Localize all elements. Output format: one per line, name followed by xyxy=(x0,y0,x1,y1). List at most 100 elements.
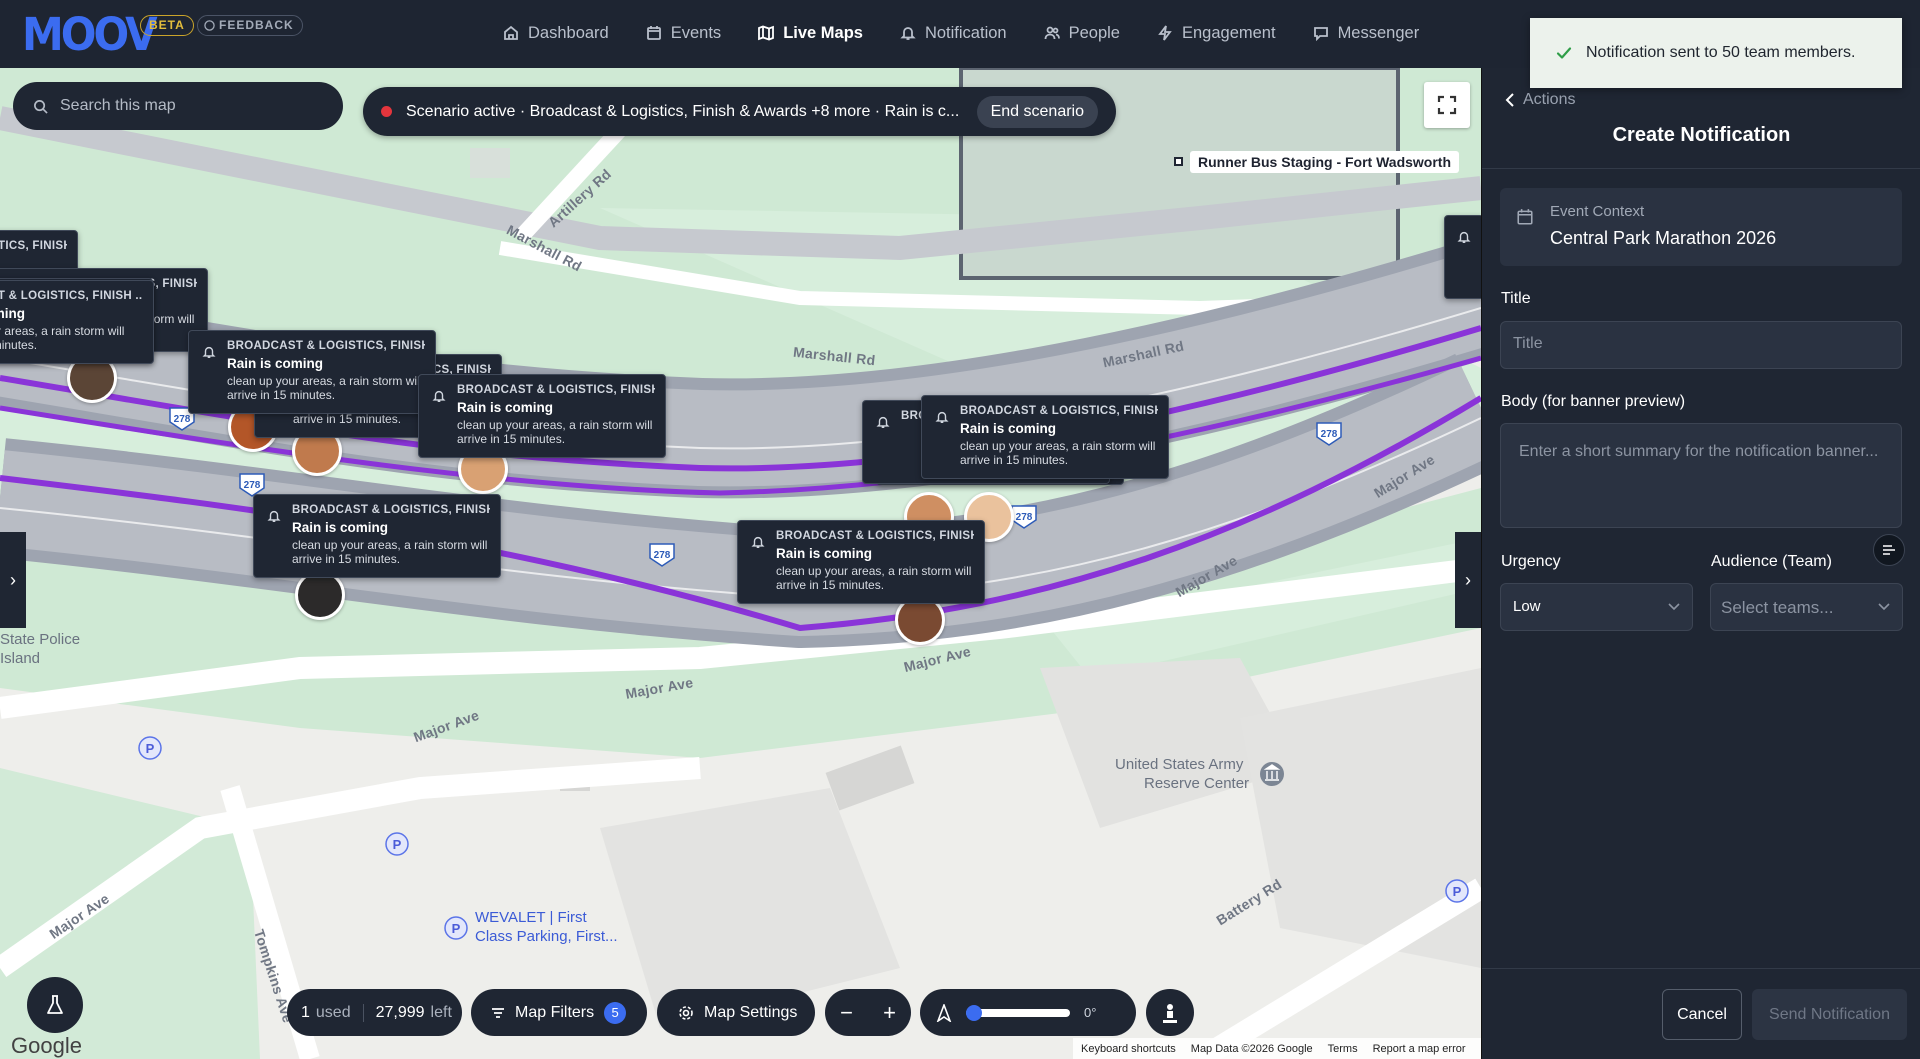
place-state-police: State Police xyxy=(0,631,81,648)
feedback-button[interactable]: FEEDBACK xyxy=(197,15,303,36)
map-settings-button[interactable]: Map Settings xyxy=(657,989,815,1036)
usage-used-label: used xyxy=(315,1003,351,1021)
nav-messenger-label: Messenger xyxy=(1337,23,1420,42)
audience-select[interactable]: Select teams... xyxy=(1710,583,1903,631)
scenario-text: Scenario active · Broadcast & Logistics,… xyxy=(406,102,960,120)
nav-notification[interactable]: Notification xyxy=(900,24,1007,43)
zoom-in-button[interactable]: + xyxy=(883,1000,896,1026)
back-to-actions[interactable]: Actions xyxy=(1505,91,1575,109)
rotation-slider-handle[interactable] xyxy=(966,1004,982,1021)
nav-live-maps-label: Live Maps xyxy=(783,23,863,42)
calendar-icon xyxy=(1517,209,1533,225)
moov-logo[interactable]: MOOV xyxy=(22,8,158,61)
notification-card[interactable]: BROADCAST & LOGISTICS, FINISH ... Rain is… xyxy=(253,494,501,578)
bell-icon xyxy=(751,536,765,548)
body-label: Body (for banner preview) xyxy=(1501,393,1686,410)
svg-text:278: 278 xyxy=(244,480,261,491)
flask-icon xyxy=(47,995,63,1014)
place-wevalet[interactable]: WEVALET | First xyxy=(475,909,587,926)
title-input[interactable]: Title xyxy=(1500,321,1902,369)
svg-text:P: P xyxy=(1453,884,1462,899)
card-title: Rain is coming xyxy=(776,546,873,561)
card-title: Rain is coming xyxy=(960,421,1057,436)
map-filters-button[interactable]: Map Filters 5 xyxy=(471,989,647,1036)
send-notification-button[interactable]: Send Notification xyxy=(1752,989,1907,1040)
body-textarea[interactable]: Enter a short summary for the notificati… xyxy=(1500,423,1902,528)
scenario-status-dot xyxy=(381,106,392,117)
urgency-select[interactable]: Low xyxy=(1500,583,1693,631)
poi-marker xyxy=(1174,157,1183,166)
usage-used-count: 1 xyxy=(301,1003,310,1021)
urgency-label: Urgency xyxy=(1501,553,1561,570)
bell-icon xyxy=(1457,231,1471,243)
panel-divider xyxy=(1482,168,1920,169)
poi-runner-bus-staging[interactable]: Runner Bus Staging - Fort Wadsworth xyxy=(1190,151,1460,173)
bell-icon xyxy=(935,411,949,423)
street-view-button[interactable] xyxy=(1146,989,1194,1036)
map-search[interactable]: Search this map xyxy=(13,82,343,130)
ai-compose-button[interactable] xyxy=(1873,534,1905,566)
bell-icon xyxy=(202,346,216,358)
bell-icon xyxy=(432,390,446,402)
zoom-controls: − + xyxy=(825,989,911,1036)
nav-people-label: People xyxy=(1068,23,1120,42)
scenario-banner: Scenario active · Broadcast & Logistics,… xyxy=(363,87,1116,136)
credit-map-data: Map Data ©2026 Google xyxy=(1190,1042,1313,1055)
rotation-control: 0° xyxy=(920,989,1136,1036)
svg-text:P: P xyxy=(393,837,402,852)
notification-card[interactable]: BROADCAST & LOGISTICS, FINISH ... Rain is… xyxy=(921,395,1169,479)
nav-events-label: Events xyxy=(670,23,722,42)
back-label: Actions xyxy=(1523,91,1576,108)
usage-left-count: 27,999 xyxy=(375,1003,425,1021)
end-scenario-button[interactable]: End scenario xyxy=(976,96,1098,128)
notification-card[interactable] xyxy=(1444,215,1481,299)
fullscreen-icon xyxy=(1437,95,1457,115)
panel-title: Create Notification xyxy=(1612,124,1791,146)
notification-card[interactable]: BROADCAST & LOGISTICS, FINISH ... Rain is… xyxy=(0,280,154,364)
nav-dashboard[interactable]: Dashboard xyxy=(503,24,609,43)
card-context: BROADCAST & LOGISTICS, FINISH ... xyxy=(227,340,425,352)
audience-placeholder: Select teams... xyxy=(1721,598,1834,617)
place-state-police-line2: Island xyxy=(0,650,41,667)
nav-live-maps[interactable]: Live Maps xyxy=(758,24,863,43)
rotation-slider[interactable] xyxy=(966,1004,1070,1021)
left-drawer-toggle[interactable]: › xyxy=(0,532,26,628)
nav-messenger[interactable]: Messenger xyxy=(1313,23,1420,43)
place-wevalet-line2[interactable]: Class Parking, First... xyxy=(475,928,618,945)
card-title: Rain is coming xyxy=(457,400,554,415)
map-icon xyxy=(758,25,775,41)
search-input[interactable]: Search this map xyxy=(60,97,176,115)
home-icon xyxy=(504,25,518,40)
notification-card[interactable]: BROADCAST & LOGISTICS, FINISH ... Rain is… xyxy=(188,330,436,414)
fullscreen-button[interactable] xyxy=(1424,82,1470,128)
event-context-label: Event Context xyxy=(1550,203,1645,220)
list-icon xyxy=(1883,545,1895,555)
credit-keyboard-shortcuts[interactable]: Keyboard shortcuts xyxy=(1081,1043,1176,1055)
search-icon xyxy=(34,99,48,114)
nav-events[interactable]: Events xyxy=(646,24,721,43)
event-context-box: Event Context Central Park Marathon 2026 xyxy=(1500,188,1902,266)
right-drawer-toggle[interactable]: › xyxy=(1455,532,1481,628)
cancel-button[interactable]: Cancel xyxy=(1662,989,1742,1040)
live-map[interactable]: PPPP 278 278 278 278 278 Artillery Rd Marsha… xyxy=(0,68,1481,1059)
lab-button[interactable] xyxy=(27,977,83,1033)
card-title: Rain is coming xyxy=(0,306,26,321)
urgency-value: Low xyxy=(1513,598,1541,615)
place-army-reserve-line2: Reserve Center xyxy=(1144,775,1250,792)
toast-message: Notification sent to 50 team members. xyxy=(1586,44,1856,61)
svg-text:278: 278 xyxy=(654,550,671,561)
feedback-label: FEEDBACK xyxy=(219,18,294,32)
zoom-out-button[interactable]: − xyxy=(840,1000,853,1026)
chevron-down-icon xyxy=(1878,603,1890,611)
card-body: clean up your areas, a rain storm will a… xyxy=(457,418,653,446)
nav-engagement[interactable]: Engagement xyxy=(1157,24,1276,43)
bell-icon xyxy=(900,27,916,40)
credit-terms[interactable]: Terms xyxy=(1328,1043,1358,1055)
nav-people[interactable]: People xyxy=(1044,24,1120,43)
chevron-left-icon xyxy=(1505,93,1514,107)
map-settings-label: Map Settings xyxy=(704,1003,798,1021)
notification-card[interactable]: BROADCAST & LOGISTICS, FINISH ... Rain is… xyxy=(737,520,985,604)
usage-left-label: left xyxy=(430,1003,452,1021)
notification-card[interactable]: BROADCAST & LOGISTICS, FINISH ... Rain is… xyxy=(418,374,666,458)
credit-report-error[interactable]: Report a map error xyxy=(1373,1043,1466,1055)
